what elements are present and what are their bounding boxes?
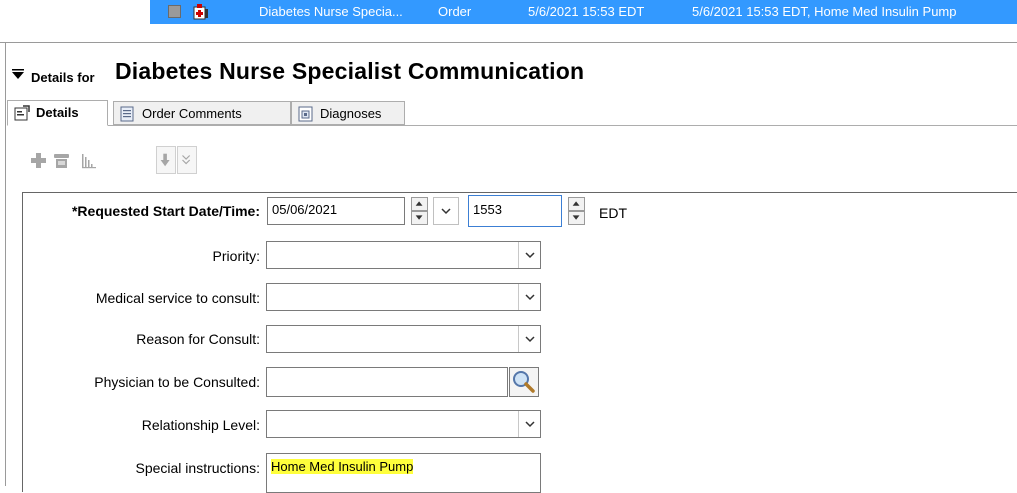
time-spinner[interactable] [568,197,585,225]
details-title: Diabetes Nurse Specialist Communication [115,58,585,84]
order-details: 5/6/2021 15:53 EDT, Home Med Insulin Pum… [692,4,957,19]
start-date-field[interactable]: 05/06/2021 [267,197,405,225]
details-icon [14,105,30,121]
expand-button[interactable] [177,146,197,174]
priority-label: Priority: [212,248,260,264]
tab-order-comments[interactable]: Order Comments [113,101,291,125]
medical-service-select[interactable] [266,283,541,311]
down-arrow-icon [160,153,170,167]
comments-icon [120,106,134,122]
order-start-time: 5/6/2021 15:53 EDT [528,4,645,19]
tab-diagnoses[interactable]: Diagnoses [291,101,405,125]
physician-label: Physician to be Consulted: [94,374,260,390]
search-icon [513,371,535,393]
order-status-icon [193,4,209,20]
medical-service-dropdown-button[interactable] [518,284,540,310]
date-spin-down[interactable] [411,211,428,225]
order-row[interactable]: Diabetes Nurse Specia... Order 5/6/2021 … [0,0,1017,24]
spin-up-icon [415,201,423,206]
details-prefix: Details for [31,70,95,85]
tab-details-label: Details [36,105,79,120]
chevron-down-icon [525,336,535,343]
move-down-button[interactable] [156,146,176,174]
time-spin-down[interactable] [568,211,585,225]
collapse-arrow-icon[interactable] [12,69,24,79]
date-spinner[interactable] [411,197,428,225]
reason-label: Reason for Consult: [136,331,260,347]
diagnoses-icon [298,106,313,122]
start-time-value: 1553 [473,202,502,217]
reason-dropdown-button[interactable] [518,326,540,352]
start-date-value: 05/06/2021 [272,202,338,217]
physician-search-button[interactable] [509,367,539,397]
relationship-label: Relationship Level: [141,417,260,433]
add-icon[interactable] [30,146,48,174]
tab-details[interactable]: Details [7,100,108,126]
chart-icon[interactable] [80,146,98,174]
time-spin-up[interactable] [568,197,585,211]
special-instructions-label: Special instructions: [135,460,260,476]
priority-select[interactable] [266,241,541,269]
relationship-select[interactable] [266,410,541,438]
medical-service-label: Medical service to consult: [95,290,260,306]
order-checkbox[interactable] [168,5,181,18]
divider [0,42,1017,43]
special-instructions-value: Home Med Insulin Pump [271,459,414,474]
double-chevron-icon [182,155,191,165]
start-time-field[interactable]: 1553 [468,195,562,227]
spin-down-icon [572,215,580,220]
date-picker-button[interactable] [433,197,459,225]
chevron-down-icon [525,421,535,428]
tab-order-comments-label: Order Comments [142,106,242,121]
chevron-down-icon [525,252,535,259]
tab-diagnoses-label: Diagnoses [320,106,382,121]
order-row-gutter [0,0,150,24]
relationship-dropdown-button[interactable] [518,411,540,437]
priority-dropdown-button[interactable] [518,242,540,268]
special-instructions-textarea[interactable]: Home Med Insulin Pump [266,453,541,493]
panel-left-border [5,42,6,486]
spin-up-icon [572,201,580,206]
phone-icon[interactable] [52,146,72,174]
chevron-down-icon [441,208,451,215]
reason-select[interactable] [266,325,541,353]
chevron-down-icon [525,294,535,301]
timezone-label: EDT [599,205,627,221]
order-name: Diabetes Nurse Specia... [259,4,403,19]
date-spin-up[interactable] [411,197,428,211]
row-spacer [0,24,1017,36]
requested-start-label: *Requested Start Date/Time: [71,203,260,219]
tab-strip-line [7,125,1017,126]
spin-down-icon [415,215,423,220]
physician-search-field[interactable] [266,367,508,397]
order-type: Order [438,4,472,19]
